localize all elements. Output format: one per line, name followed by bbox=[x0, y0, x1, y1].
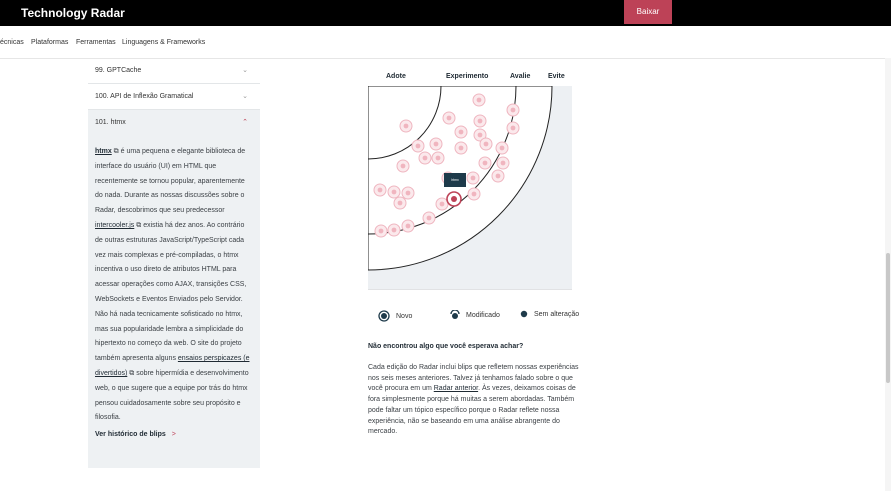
accordion-item-htmx[interactable]: 101. htmx ⌃ bbox=[88, 110, 260, 135]
top-bar: Technology Radar Baixar bbox=[0, 0, 891, 26]
accordion-label: 99. GPTCache bbox=[95, 67, 142, 74]
blip[interactable] bbox=[422, 211, 436, 225]
blip-tooltip: htmx bbox=[444, 173, 466, 187]
blip-list: 99. GPTCache ⌄ 100. API de Inflexão Gram… bbox=[88, 58, 260, 468]
chevron-right-icon: > bbox=[171, 431, 176, 439]
blip[interactable] bbox=[387, 185, 401, 199]
external-link-icon: ⧉ bbox=[111, 148, 119, 155]
new-blip-icon bbox=[378, 310, 390, 322]
legend-new: Novo bbox=[378, 310, 412, 322]
ring-label-adote: Adote bbox=[386, 73, 406, 80]
chevron-down-icon: ⌄ bbox=[242, 67, 248, 74]
blip[interactable] bbox=[429, 137, 443, 151]
radar-quadrant bbox=[368, 86, 572, 290]
legend-new-label: Novo bbox=[396, 312, 413, 320]
blip[interactable] bbox=[506, 121, 520, 135]
blip[interactable] bbox=[442, 111, 456, 125]
blip[interactable] bbox=[393, 196, 407, 210]
blip[interactable] bbox=[506, 103, 520, 117]
accordion-label: 100. API de Inflexão Gramatical bbox=[95, 93, 194, 100]
blip[interactable] bbox=[467, 187, 481, 201]
chevron-down-icon: ⌄ bbox=[242, 93, 248, 100]
modified-blip-icon bbox=[450, 310, 460, 319]
legend-unchanged: Sem alteração bbox=[520, 310, 579, 318]
chevron-up-icon: ⌃ bbox=[242, 119, 248, 126]
blip[interactable] bbox=[418, 151, 432, 165]
blip[interactable] bbox=[431, 151, 445, 165]
blip[interactable] bbox=[491, 169, 505, 183]
nav-item-tecnicas[interactable]: écnicas bbox=[0, 39, 24, 46]
blip[interactable] bbox=[396, 159, 410, 173]
blip[interactable] bbox=[496, 156, 510, 170]
scrollbar-thumb[interactable] bbox=[886, 253, 890, 383]
blip-history-link[interactable]: Ver histórico de blips > bbox=[95, 428, 254, 443]
blip-htmx[interactable] bbox=[446, 191, 462, 207]
blip[interactable] bbox=[495, 141, 509, 155]
blip[interactable] bbox=[374, 224, 388, 238]
blip[interactable] bbox=[478, 156, 492, 170]
page-scrollbar[interactable] bbox=[885, 58, 891, 491]
quadrant-nav: écnicas Plataformas Ferramentas Linguage… bbox=[0, 26, 891, 59]
ring-label-experimento: Experimento bbox=[446, 73, 489, 80]
blip-description: htmx ⧉ é uma pequena e elegante bibliote… bbox=[88, 135, 260, 468]
previous-radar-link[interactable]: Radar anterior bbox=[434, 385, 478, 392]
blip[interactable] bbox=[466, 171, 480, 185]
blip[interactable] bbox=[454, 141, 468, 155]
nav-item-linguagens[interactable]: Linguagens & Frameworks bbox=[122, 39, 205, 46]
blip[interactable] bbox=[435, 197, 449, 211]
intercooler-link[interactable]: intercooler.js bbox=[95, 222, 134, 229]
legend-unchanged-label: Sem alteração bbox=[534, 310, 580, 318]
blip[interactable] bbox=[411, 139, 425, 153]
download-button[interactable]: Baixar bbox=[624, 0, 672, 24]
legend-modified: Modificado bbox=[450, 310, 500, 320]
blip[interactable] bbox=[401, 219, 415, 233]
blip[interactable] bbox=[401, 186, 415, 200]
htmx-link[interactable]: htmx bbox=[95, 148, 112, 155]
blip[interactable] bbox=[454, 125, 468, 139]
accordion-item-gptcache[interactable]: 99. GPTCache ⌄ bbox=[88, 58, 260, 84]
blip[interactable] bbox=[399, 119, 413, 133]
ring-label-evite: Evite bbox=[548, 73, 565, 80]
info-title: Não encontrou algo que você esperava ach… bbox=[368, 343, 524, 350]
ring-label-avalie: Avalie bbox=[510, 73, 531, 80]
brand-title[interactable]: Technology Radar bbox=[21, 6, 125, 20]
blip[interactable] bbox=[473, 114, 487, 128]
info-text-2: . Às vezes, deixamos coisas de fora simp… bbox=[368, 385, 576, 436]
history-label: Ver histórico de blips bbox=[95, 431, 166, 439]
accordion-label: 101. htmx bbox=[95, 119, 126, 126]
blip[interactable] bbox=[472, 93, 486, 107]
info-text: Cada edição do Radar inclui blips que re… bbox=[368, 363, 586, 438]
blip[interactable] bbox=[373, 183, 387, 197]
blip[interactable] bbox=[479, 137, 493, 151]
unchanged-blip-icon bbox=[520, 310, 528, 318]
description-text-3: sobre hipermídia e desenvolvimento web, … bbox=[95, 369, 249, 422]
accordion-item-api-inflexao[interactable]: 100. API de Inflexão Gramatical ⌄ bbox=[88, 84, 260, 110]
description-text-2: existia há dez anos. Ao contrário de out… bbox=[95, 221, 247, 363]
legend-modified-label: Modificado bbox=[466, 311, 500, 319]
nav-item-ferramentas[interactable]: Ferramentas bbox=[76, 39, 116, 46]
blip[interactable] bbox=[387, 223, 401, 237]
description-text-1: é uma pequena e elegante biblioteca de i… bbox=[95, 148, 246, 215]
nav-item-plataformas[interactable]: Plataformas bbox=[31, 39, 68, 46]
